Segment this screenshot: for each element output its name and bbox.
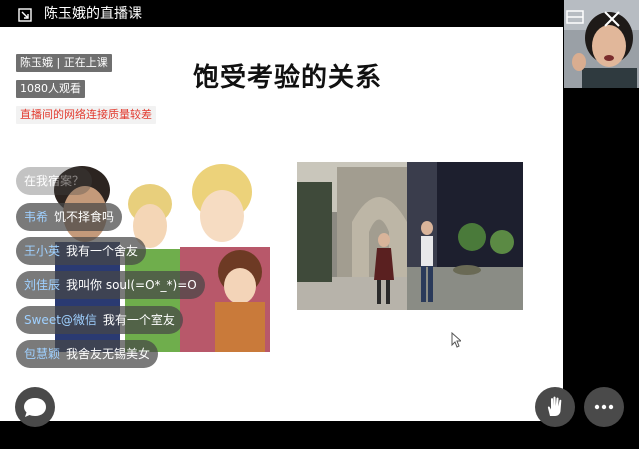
chat-author: 王小英 (24, 244, 61, 258)
close-icon[interactable] (603, 10, 621, 28)
raise-hand-icon (547, 396, 562, 416)
chat-message: 刘佳辰 我叫你 soul(=O*_*)=O (16, 271, 205, 299)
more-dots-icon (594, 404, 614, 410)
mouse-cursor-icon (451, 332, 461, 348)
chat-text: 我叫你 soul(=O*_*)=O (66, 278, 197, 292)
chat-message: Sweet@微信 我有一个室友 (16, 306, 183, 334)
chat-author: Sweet@微信 (24, 313, 97, 327)
slide-title: 饱受考验的关系 (193, 63, 383, 93)
window-title: 陈玉娥的直播课 (44, 6, 142, 22)
chat-text: 我有一个舍友 (66, 244, 139, 258)
chat-message: 韦希 饥不择食吗 (16, 203, 123, 231)
chat-text: 饥不择食吗 (54, 210, 115, 224)
chat-message: 包慧颖 我舍友无锡美女 (16, 340, 159, 368)
top-bar: 陈玉娥的直播课 (0, 0, 639, 27)
chat-text: 我有一个室友 (102, 313, 175, 327)
chat-message: 王小英 我有一个舍友 (16, 237, 147, 265)
more-options-button[interactable] (584, 387, 624, 427)
chat-author: 韦希 (24, 210, 49, 224)
minimize-window-icon[interactable] (18, 8, 32, 22)
chat-author: 刘佳辰 (24, 278, 61, 292)
chat-author: 包慧颖 (24, 347, 61, 361)
picture-in-picture-icon[interactable] (566, 10, 584, 24)
network-warning-badge: 直播间的网络连接质量较差 (16, 106, 156, 124)
chat-message-partial: 在我宿案？ (16, 167, 93, 195)
teacher-status-badge: 陈玉娥 | 正在上课 (16, 54, 112, 72)
viewer-count-badge: 1080人观看 (16, 80, 85, 98)
couple-photo (297, 162, 523, 310)
chat-bubble-icon (24, 398, 46, 417)
chat-button[interactable] (15, 387, 55, 427)
chat-text: 我舍友无锡美女 (66, 347, 151, 361)
raise-hand-button[interactable] (535, 387, 575, 427)
